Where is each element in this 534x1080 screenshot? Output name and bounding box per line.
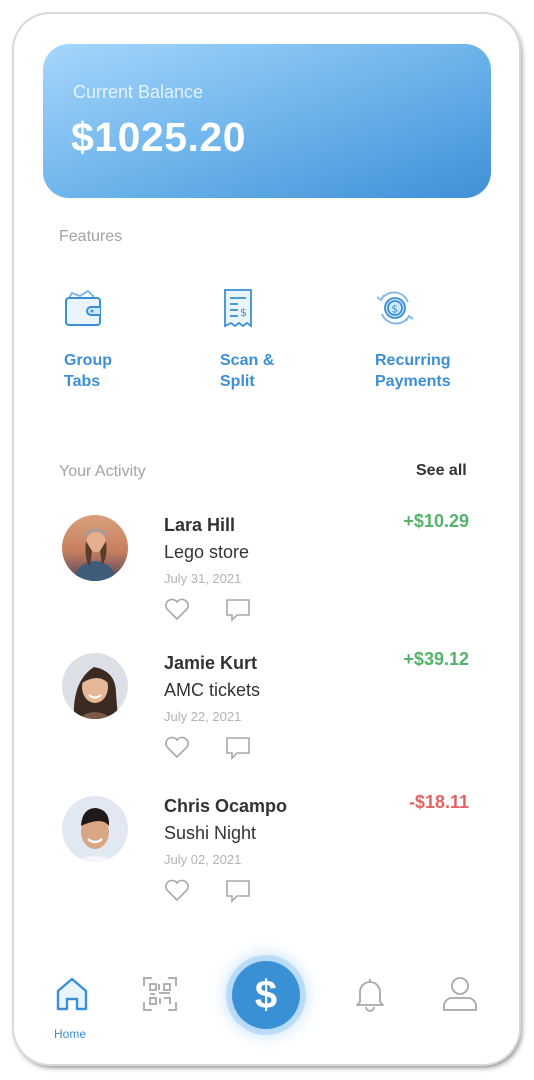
feature-recurring-payments[interactable]: $ Recurring Payments	[375, 288, 495, 398]
activity-amount: +$10.29	[403, 511, 469, 531]
avatar	[62, 515, 128, 581]
phone-frame: Current Balance $1025.20 Features Group …	[14, 14, 519, 1064]
feature-group-tabs[interactable]: Group Tabs	[64, 288, 184, 398]
svg-text:$: $	[240, 306, 247, 319]
activity-description: Lego store	[164, 542, 250, 562]
feature-label: Group Tabs	[64, 352, 112, 390]
see-all-link[interactable]: See all	[416, 462, 467, 480]
nav-notifications[interactable]	[354, 976, 386, 1012]
comment-icon[interactable]	[225, 735, 251, 761]
activity-date: July 22, 2021	[164, 709, 242, 724]
activity-name: Lara Hill	[164, 515, 236, 535]
activity-name: Jamie Kurt	[164, 653, 258, 673]
activity-item[interactable]: Chris Ocampo Sushi Night July 02, 2021 -…	[14, 792, 519, 926]
activity-amount: -$18.11	[408, 792, 469, 812]
comment-icon[interactable]	[225, 597, 251, 623]
activity-date: July 02, 2021	[164, 852, 242, 867]
nav-qr-scan[interactable]	[142, 976, 178, 1012]
nav-home[interactable]	[54, 976, 90, 1016]
svg-text:$: $	[391, 303, 398, 316]
home-icon	[56, 977, 88, 1011]
activity-description: AMC tickets	[164, 680, 261, 700]
comment-icon[interactable]	[225, 878, 251, 904]
feature-scan-split[interactable]: $ Scan & Split	[220, 288, 340, 398]
activity-name: Chris Ocampo	[164, 796, 288, 816]
feature-label: Recurring Payments	[375, 352, 451, 390]
balance-label: Current Balance	[73, 82, 204, 102]
avatar	[62, 796, 128, 862]
activity-item[interactable]: Lara Hill Lego store July 31, 2021 +$10.…	[14, 511, 519, 645]
activity-date: July 31, 2021	[164, 571, 242, 586]
wallet-icon	[65, 289, 101, 326]
activity-description: Sushi Night	[164, 823, 257, 843]
activity-title: Your Activity	[59, 463, 146, 480]
feature-label: Scan & Split	[220, 352, 275, 390]
nav-profile[interactable]	[441, 974, 479, 1012]
recurring-payment-icon: $	[376, 291, 414, 325]
nav-home-label[interactable]: Home	[54, 1027, 86, 1041]
bell-icon	[356, 979, 384, 1012]
features-title: Features	[59, 228, 123, 245]
user-icon	[443, 977, 477, 1011]
qr-code-icon	[143, 977, 177, 1011]
activity-amount: +$39.12	[403, 649, 469, 669]
balance-card[interactable]: Current Balance $1025.20	[43, 44, 491, 198]
heart-icon[interactable]	[164, 735, 190, 759]
balance-amount: $1025.20	[71, 114, 247, 160]
avatar	[62, 653, 128, 719]
receipt-icon: $	[224, 289, 252, 328]
pay-button[interactable]: $	[232, 961, 300, 1029]
heart-icon[interactable]	[164, 597, 190, 621]
dollar-icon: $	[254, 972, 278, 1017]
heart-icon[interactable]	[164, 878, 190, 902]
activity-item[interactable]: Jamie Kurt AMC tickets July 22, 2021 +$3…	[14, 649, 519, 783]
